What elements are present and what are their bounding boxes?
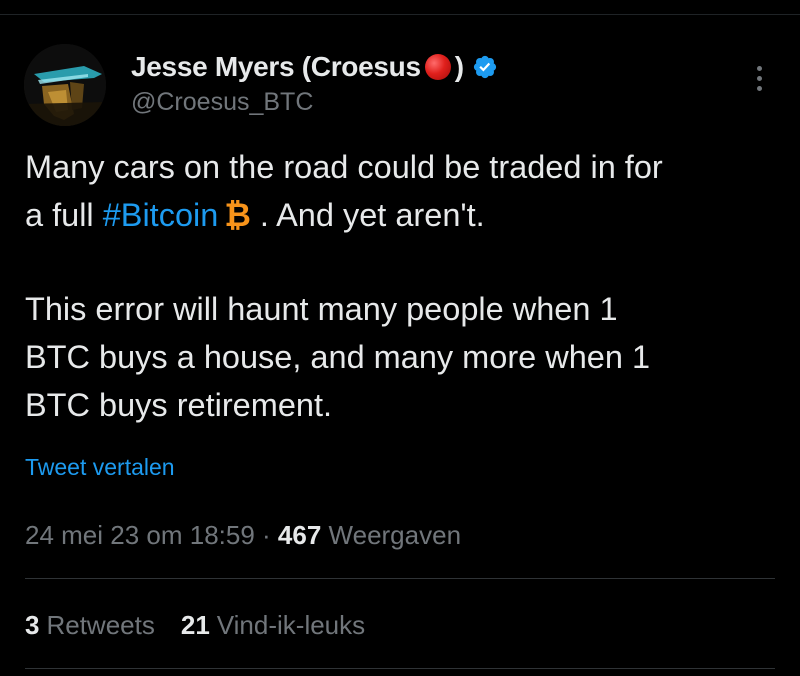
red-circle-emoji xyxy=(424,54,451,80)
tweet-header: Jesse Myers (Croesus ) @Croesus_BTC xyxy=(131,50,498,117)
retweets-label: Retweets xyxy=(46,610,155,640)
views-label: Weergaven xyxy=(321,520,462,550)
avatar[interactable] xyxy=(24,44,106,126)
meta-separator: · xyxy=(254,520,278,550)
likes-count: 21 xyxy=(180,610,210,640)
top-divider xyxy=(0,14,800,15)
likes-stat[interactable]: 21 Vind-ik-leuks xyxy=(181,610,365,641)
display-name-suffix[interactable]: ) xyxy=(455,51,464,83)
more-dot xyxy=(756,65,762,71)
tweet-text-segment: . And yet aren't. xyxy=(250,197,485,233)
tweet-line: Many cars on the road could be traded in… xyxy=(25,149,663,185)
tweet-text-segment: a full xyxy=(25,197,103,233)
more-dot xyxy=(756,85,762,91)
tweet-line: BTC buys retirement. xyxy=(25,387,333,423)
tweet-line: a full #Bitcoin ₿ . And yet aren't. xyxy=(25,191,785,239)
more-options-icon[interactable] xyxy=(748,62,770,94)
tweet-line: BTC buys a house, and many more when 1 xyxy=(25,339,651,375)
tweet-text: Many cars on the road could be traded in… xyxy=(25,143,785,429)
divider xyxy=(25,668,775,669)
author-name-row[interactable]: Jesse Myers (Croesus ) xyxy=(131,50,498,84)
engagement-stats: 3 Retweets 21 Vind-ik-leuks xyxy=(25,610,365,641)
bitcoin-icon: ₿ xyxy=(224,197,251,233)
verified-badge-icon[interactable] xyxy=(472,54,498,80)
divider xyxy=(25,578,775,579)
translate-tweet-link[interactable]: Tweet vertalen xyxy=(25,454,175,481)
hashtag-link[interactable]: #Bitcoin xyxy=(103,197,219,233)
likes-label: Vind-ik-leuks xyxy=(216,610,366,640)
avatar-image xyxy=(24,44,106,126)
retweets-count: 3 xyxy=(25,610,40,640)
more-dot xyxy=(756,75,762,81)
tweet-line: This error will haunt many people when 1 xyxy=(25,291,618,327)
views-count: 467 xyxy=(277,520,322,550)
display-name[interactable]: Jesse Myers (Croesus xyxy=(131,51,421,83)
author-handle[interactable]: @Croesus_BTC xyxy=(131,88,498,117)
tweet-meta: 24 mei 23 om 18:59 · 467 Weergaven xyxy=(25,520,461,551)
timestamp[interactable]: 24 mei 23 om 18:59 xyxy=(25,520,255,550)
retweets-stat[interactable]: 3 Retweets xyxy=(25,610,155,641)
